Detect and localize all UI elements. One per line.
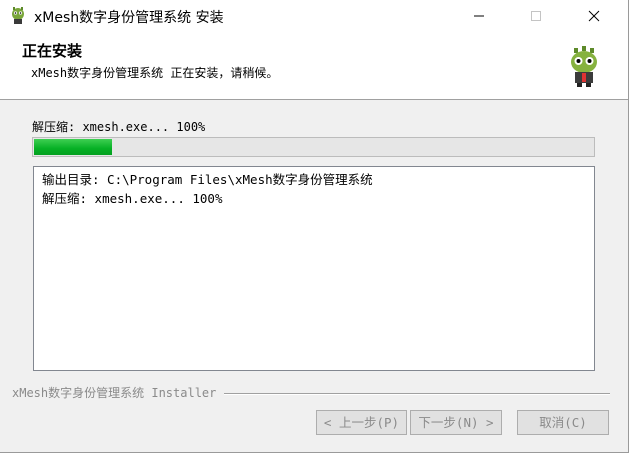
close-button[interactable]	[571, 0, 617, 32]
window-title: xMesh数字身份管理系统 安装	[34, 10, 224, 26]
progress-fill	[34, 139, 112, 155]
page-title: 正在安装	[22, 42, 83, 60]
branding-row: xMesh数字身份管理系统 Installer	[12, 384, 610, 402]
mascot-icon	[12, 7, 24, 24]
progress-bar	[32, 137, 595, 157]
maximize-icon	[531, 11, 541, 21]
maximize-button	[513, 0, 559, 32]
cancel-button[interactable]: 取消(C)	[517, 410, 609, 435]
installer-window: xMesh数字身份管理系统 安装 正在安装 xMesh数字身份管理系统 正在安装…	[0, 0, 629, 453]
branding-text: xMesh数字身份管理系统 Installer	[12, 384, 225, 401]
title-bar[interactable]: xMesh数字身份管理系统 安装	[0, 0, 628, 32]
minimize-button[interactable]	[456, 0, 502, 32]
close-icon	[588, 10, 600, 22]
status-label: 解压缩: xmesh.exe... 100%	[32, 120, 206, 134]
minimize-icon	[474, 15, 484, 17]
back-button[interactable]: < 上一步(P)	[316, 410, 407, 435]
log-line: 输出目录: C:\Program Files\xMesh数字身份管理系统	[42, 172, 373, 187]
installer-header: 正在安装 xMesh数字身份管理系统 正在安装，请稍候。	[0, 32, 628, 100]
next-button[interactable]: 下一步(N) >	[410, 410, 502, 435]
page-subtitle: xMesh数字身份管理系统 正在安装，请稍候。	[31, 66, 279, 80]
mascot-logo-icon	[571, 46, 597, 87]
install-log[interactable]: 输出目录: C:\Program Files\xMesh数字身份管理系统 解压缩…	[33, 166, 595, 371]
log-line: 解压缩: xmesh.exe... 100%	[42, 191, 223, 206]
